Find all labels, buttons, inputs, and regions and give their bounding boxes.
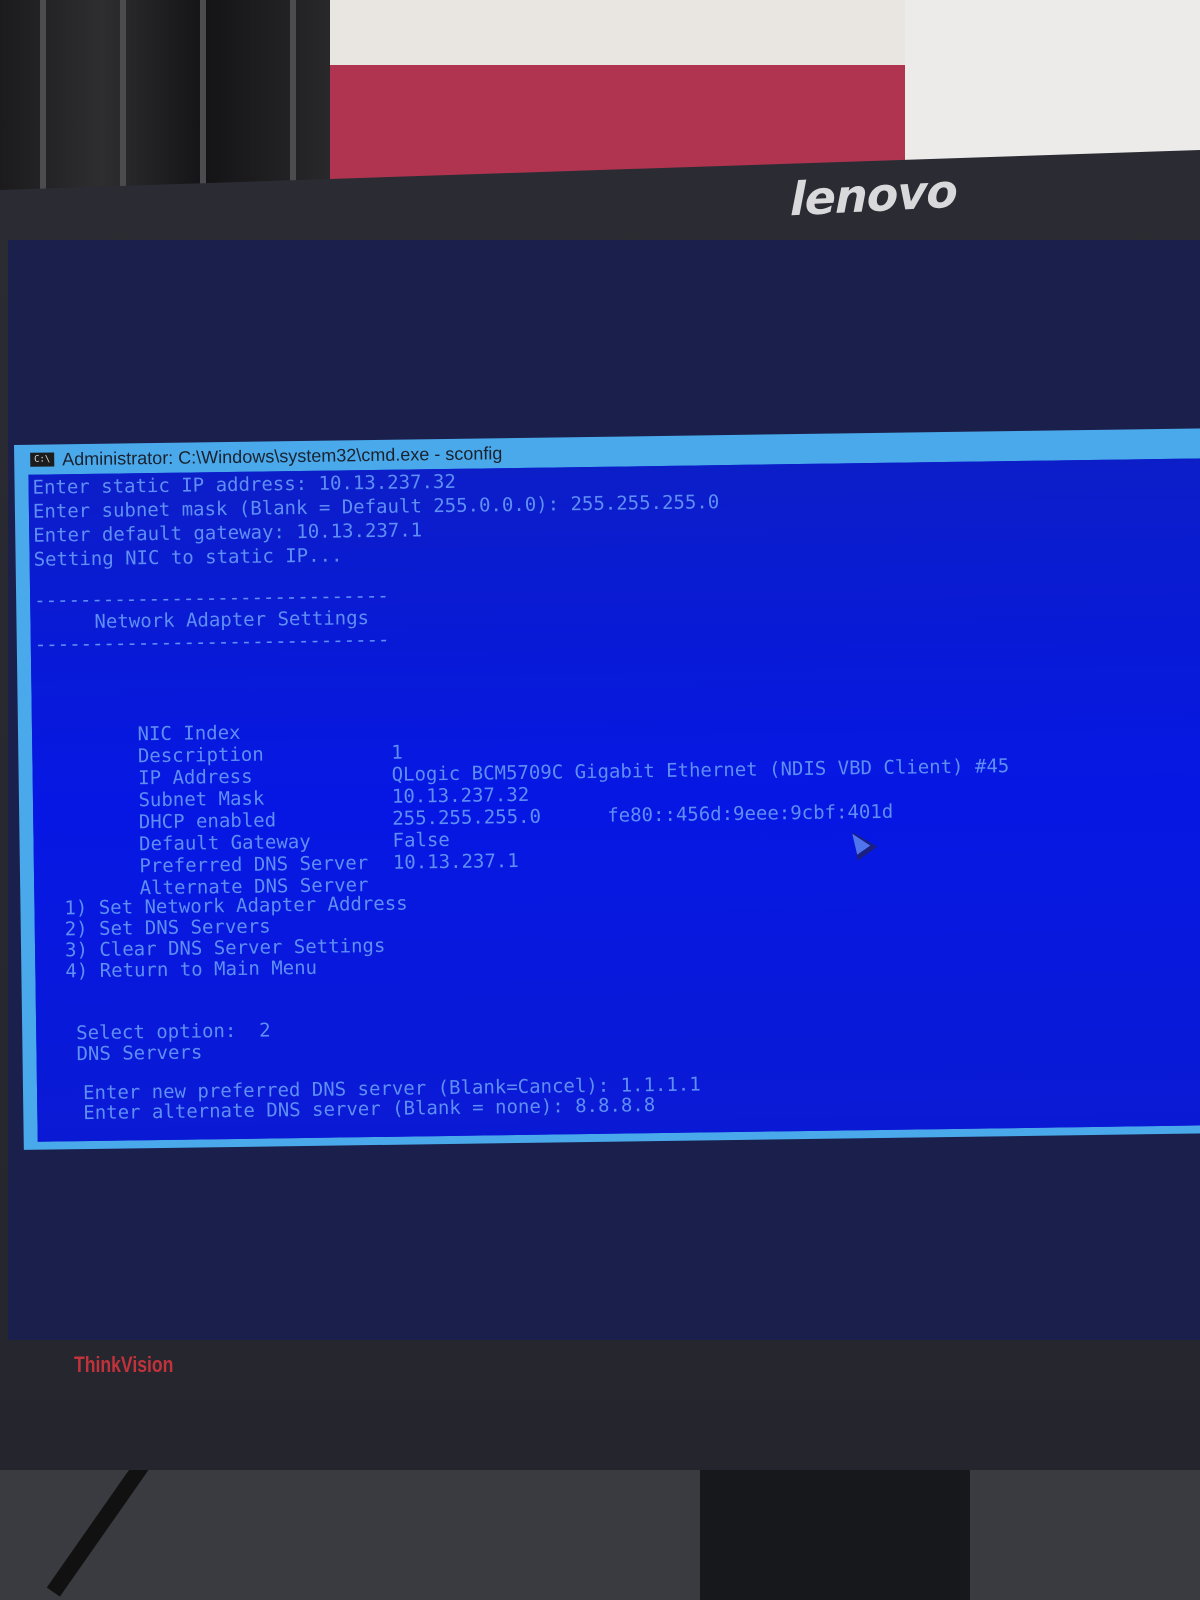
cmd-window[interactable]: C:\ Administrator: C:\Windows\system32\c… [14, 428, 1200, 1150]
menu-item: 4) Return to Main Menu [65, 956, 318, 983]
status-line: Setting NIC to static IP... [33, 544, 343, 571]
setting-value: 1 [391, 741, 403, 764]
brand-logo: lenovo [790, 163, 957, 227]
setting-value: 10.13.237.1 [392, 849, 519, 874]
setting-value: 255.255.255.0 [392, 805, 542, 830]
settings-table: NIC Index 1 Description QLogic BCM5709C … [46, 687, 1196, 899]
setting-value: False [392, 828, 450, 852]
divider-bottom: ------------------------------- [34, 628, 390, 656]
terminal-output[interactable]: Enter static IP address: 10.13.237.32 En… [28, 458, 1200, 1142]
dns-heading: DNS Servers [76, 1041, 203, 1066]
model-logo: ThinkVision [74, 1352, 174, 1377]
cmd-icon: C:\ [30, 452, 55, 467]
setting-value: 10.13.237.32 [391, 783, 530, 808]
monitor-stand [700, 1450, 970, 1600]
window-title: Administrator: C:\Windows\system32\cmd.e… [62, 442, 503, 469]
prompt-static-ip: Enter static IP address: 10.13.237.32 [32, 470, 456, 499]
select-option-prompt[interactable]: Select option: 2 [76, 1019, 271, 1044]
prompt-default-gateway: Enter default gateway: 10.13.237.1 [33, 519, 423, 547]
setting-value: QLogic BCM5709C Gigabit Ethernet (NDIS V… [391, 755, 1010, 786]
setting-extra: fe80::456d:9eee:9cbf:401d [607, 800, 894, 827]
